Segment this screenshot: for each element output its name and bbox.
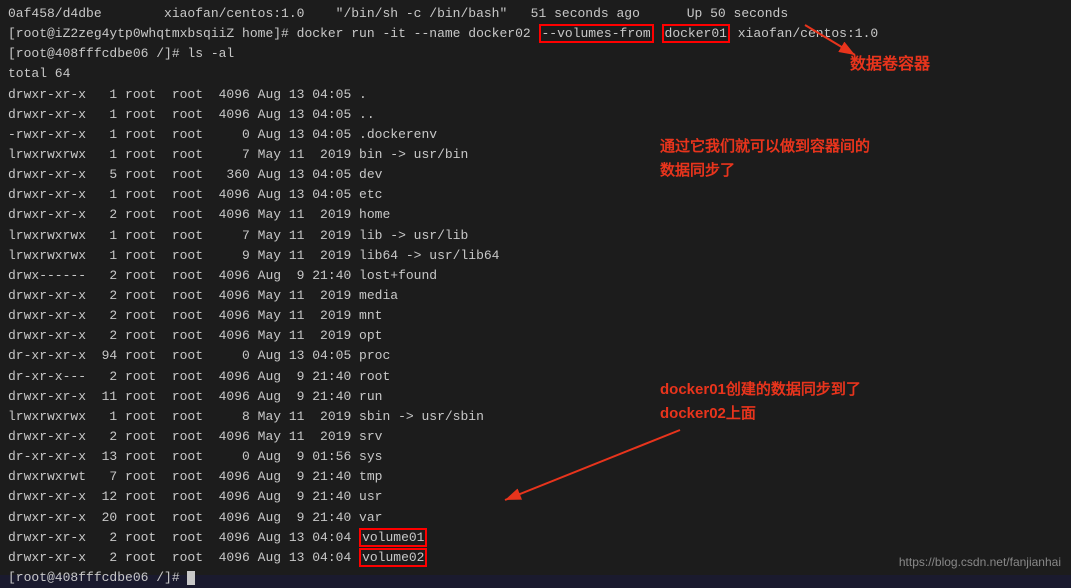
term-line-20: drwxr-xr-x 11 root root 4096 Aug 9 21:40…: [8, 387, 1063, 407]
term-line-27: drwxr-xr-x 2 root root 4096 Aug 13 04:04…: [8, 528, 1063, 548]
term-line-25: drwxr-xr-x 12 root root 4096 Aug 9 21:40…: [8, 487, 1063, 507]
term-line-29: [root@408fffcdbe06 /]#: [8, 568, 1063, 588]
term-line-17: drwxr-xr-x 2 root root 4096 May 11 2019 …: [8, 326, 1063, 346]
term-line-12: lrwxrwxrwx 1 root root 7 May 11 2019 lib…: [8, 226, 1063, 246]
term-line-9: drwxr-xr-x 5 root root 360 Aug 13 04:05 …: [8, 165, 1063, 185]
terminal: 0af458/d4dbe xiaofan/centos:1.0 "/bin/sh…: [0, 0, 1071, 575]
term-line-16: drwxr-xr-x 2 root root 4096 May 11 2019 …: [8, 306, 1063, 326]
term-line-5: drwxr-xr-x 1 root root 4096 Aug 13 04:05…: [8, 85, 1063, 105]
volume02-highlight: volume02: [359, 548, 427, 567]
footer-link: https://blog.csdn.net/fanjianhai: [899, 555, 1061, 569]
term-line-15: drwxr-xr-x 2 root root 4096 May 11 2019 …: [8, 286, 1063, 306]
term-line-7: -rwxr-xr-x 1 root root 0 Aug 13 04:05 .d…: [8, 125, 1063, 145]
volumes-from-highlight: --volumes-from: [539, 24, 654, 43]
term-line-4: total 64: [8, 64, 1063, 84]
terminal-cursor: [187, 571, 195, 585]
term-line-14: drwx------ 2 root root 4096 Aug 9 21:40 …: [8, 266, 1063, 286]
term-line-26: drwxr-xr-x 20 root root 4096 Aug 9 21:40…: [8, 508, 1063, 528]
term-line-18: dr-xr-xr-x 94 root root 0 Aug 13 04:05 p…: [8, 346, 1063, 366]
term-line-2: [root@iZ2zeg4ytp0whqtmxbsqiiZ home]# doc…: [8, 24, 1063, 44]
term-line-6: drwxr-xr-x 1 root root 4096 Aug 13 04:05…: [8, 105, 1063, 125]
term-line-3: [root@408fffcdbe06 /]# ls -al: [8, 44, 1063, 64]
term-line-8: lrwxrwxrwx 1 root root 7 May 11 2019 bin…: [8, 145, 1063, 165]
term-line-21: lrwxrwxrwx 1 root root 8 May 11 2019 sbi…: [8, 407, 1063, 427]
term-line-22: drwxr-xr-x 2 root root 4096 May 11 2019 …: [8, 427, 1063, 447]
term-line-24: drwxrwxrwt 7 root root 4096 Aug 9 21:40 …: [8, 467, 1063, 487]
term-line-11: drwxr-xr-x 2 root root 4096 May 11 2019 …: [8, 205, 1063, 225]
docker01-highlight: docker01: [662, 24, 730, 43]
term-line-13: lrwxrwxrwx 1 root root 9 May 11 2019 lib…: [8, 246, 1063, 266]
term-line-10: drwxr-xr-x 1 root root 4096 Aug 13 04:05…: [8, 185, 1063, 205]
volume01-highlight: volume01: [359, 528, 427, 547]
term-line-23: dr-xr-xr-x 13 root root 0 Aug 9 01:56 sy…: [8, 447, 1063, 467]
term-line-19: dr-xr-x--- 2 root root 4096 Aug 9 21:40 …: [8, 367, 1063, 387]
term-line-1: 0af458/d4dbe xiaofan/centos:1.0 "/bin/sh…: [8, 4, 1063, 24]
